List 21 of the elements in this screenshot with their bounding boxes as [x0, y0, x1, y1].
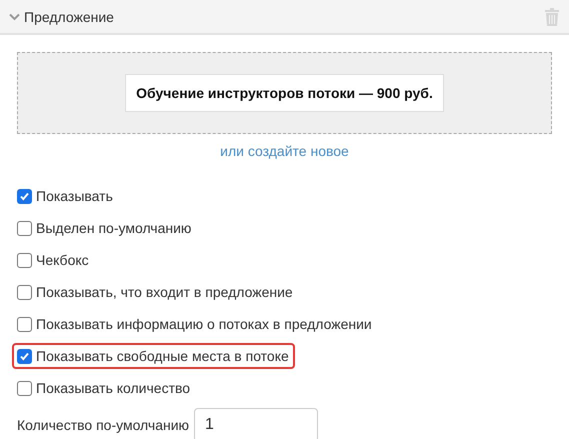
checkbox[interactable] — [17, 316, 32, 332]
quantity-label: Количество по-умолчанию — [17, 417, 190, 433]
checkbox[interactable] — [17, 380, 32, 396]
checkbox[interactable] — [17, 284, 32, 300]
quantity-input[interactable]: 1 — [194, 408, 318, 439]
option-label: Показывать информацию о потоках в предложении — [36, 316, 372, 332]
checkbox[interactable] — [17, 348, 32, 364]
option-label: Показывать, что входит в предложение — [36, 284, 293, 300]
checkmark-icon — [19, 350, 30, 362]
chevron-icon[interactable] — [9, 12, 20, 20]
option-label: Чекбокс — [36, 252, 89, 268]
option-label: Показывать свободные места в потоке — [36, 348, 289, 364]
checkbox[interactable] — [17, 188, 32, 204]
option-label: Выделен по-умолчанию — [36, 220, 192, 236]
checkmark-icon — [19, 190, 30, 202]
offer-card[interactable]: Обучение инструкторов потоки — 900 руб. — [125, 74, 444, 112]
checkbox[interactable] — [17, 252, 32, 268]
option-label: Показывать — [36, 188, 113, 204]
checkbox[interactable] — [17, 220, 32, 236]
option-label: Показывать количество — [36, 380, 190, 396]
section-title: Предложение — [24, 8, 114, 24]
